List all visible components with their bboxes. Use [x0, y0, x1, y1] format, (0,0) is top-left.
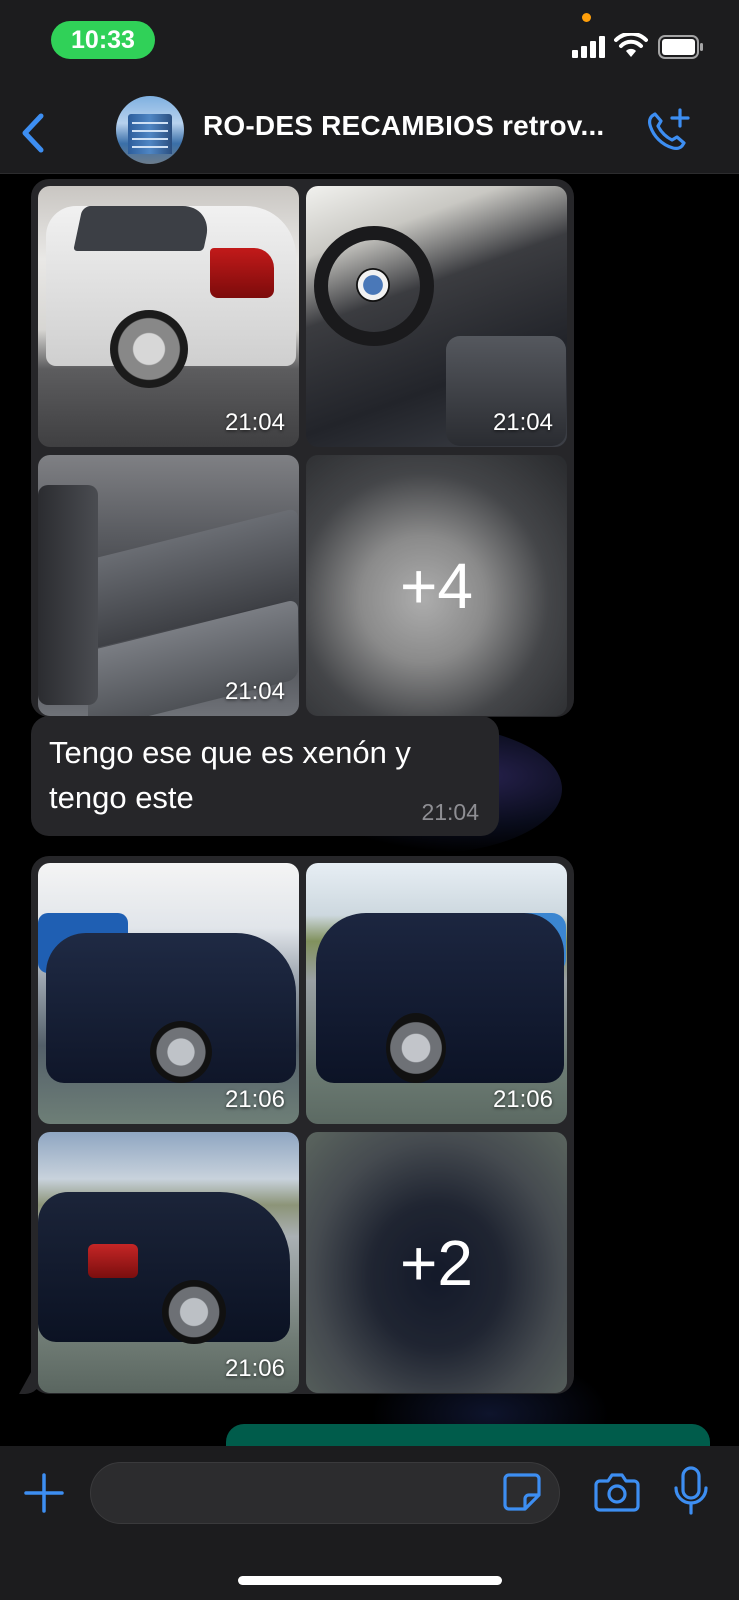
privacy-indicator-dot — [582, 13, 591, 22]
back-chevron-icon — [22, 113, 44, 153]
photo-timestamp: 21:06 — [224, 1355, 285, 1382]
message-text: Tengo ese que es xenón y tengo este — [49, 735, 411, 815]
photo-thumbnail[interactable]: 21:04 — [306, 186, 567, 447]
more-photos-count: +4 — [306, 455, 567, 716]
photo-timestamp: 21:04 — [224, 409, 285, 436]
message-input-bar — [0, 1446, 739, 1600]
voice-message-button[interactable] — [672, 1466, 710, 1516]
photo-thumbnail[interactable]: 21:04 — [38, 186, 299, 447]
add-call-button[interactable] — [642, 106, 692, 156]
camera-button[interactable] — [594, 1472, 640, 1512]
photo-timestamp: 21:06 — [224, 1086, 285, 1113]
wifi-icon — [614, 33, 648, 57]
more-photos-count: +2 — [306, 1132, 567, 1393]
status-bar: 10:33 — [0, 0, 739, 92]
home-indicator[interactable] — [238, 1576, 502, 1585]
photo-thumbnail[interactable]: 21:06 — [38, 863, 299, 1124]
message-input[interactable] — [90, 1462, 560, 1524]
chat-header: RO-DES RECAMBIOS retrov... — [0, 92, 739, 174]
more-photos-tile[interactable]: +2 — [306, 1132, 567, 1393]
cellular-signal-icon — [572, 36, 606, 58]
attach-button[interactable] — [22, 1471, 66, 1515]
photo-timestamp: 21:04 — [224, 678, 285, 705]
photo-album-message[interactable]: 21:04 21:04 21:04 +4 — [31, 179, 574, 717]
photo-thumbnail[interactable]: 21:06 — [306, 863, 567, 1124]
plus-icon — [24, 1473, 64, 1513]
photo-thumbnail[interactable]: 21:06 — [38, 1132, 299, 1393]
back-button[interactable] — [14, 108, 50, 158]
status-time: 10:33 — [51, 21, 155, 59]
photo-thumbnail[interactable]: 21:04 — [38, 455, 299, 716]
more-photos-tile[interactable]: +4 — [306, 455, 567, 716]
outgoing-text-message[interactable]: El — [226, 1424, 710, 1446]
photo-timestamp: 21:04 — [492, 409, 553, 436]
sticker-button[interactable] — [501, 1471, 543, 1513]
incoming-text-message[interactable]: Tengo ese que es xenón y tengo este 21:0… — [31, 716, 499, 836]
mic-icon — [674, 1466, 708, 1515]
contact-avatar[interactable] — [116, 96, 184, 164]
sticker-icon — [503, 1473, 541, 1511]
avatar-building-image — [128, 114, 172, 154]
message-timestamp: 21:04 — [421, 799, 479, 825]
chat-title[interactable]: RO-DES RECAMBIOS retrov... — [203, 110, 633, 142]
photo-timestamp: 21:06 — [492, 1086, 553, 1113]
battery-icon — [658, 35, 703, 59]
call-add-icon — [648, 108, 690, 150]
camera-icon — [594, 1473, 640, 1512]
photo-album-message[interactable]: 21:06 21:06 21:06 +2 — [31, 856, 574, 1394]
chat-messages[interactable]: 21:04 21:04 21:04 +4 Tengo ese que es xe… — [0, 174, 739, 1446]
